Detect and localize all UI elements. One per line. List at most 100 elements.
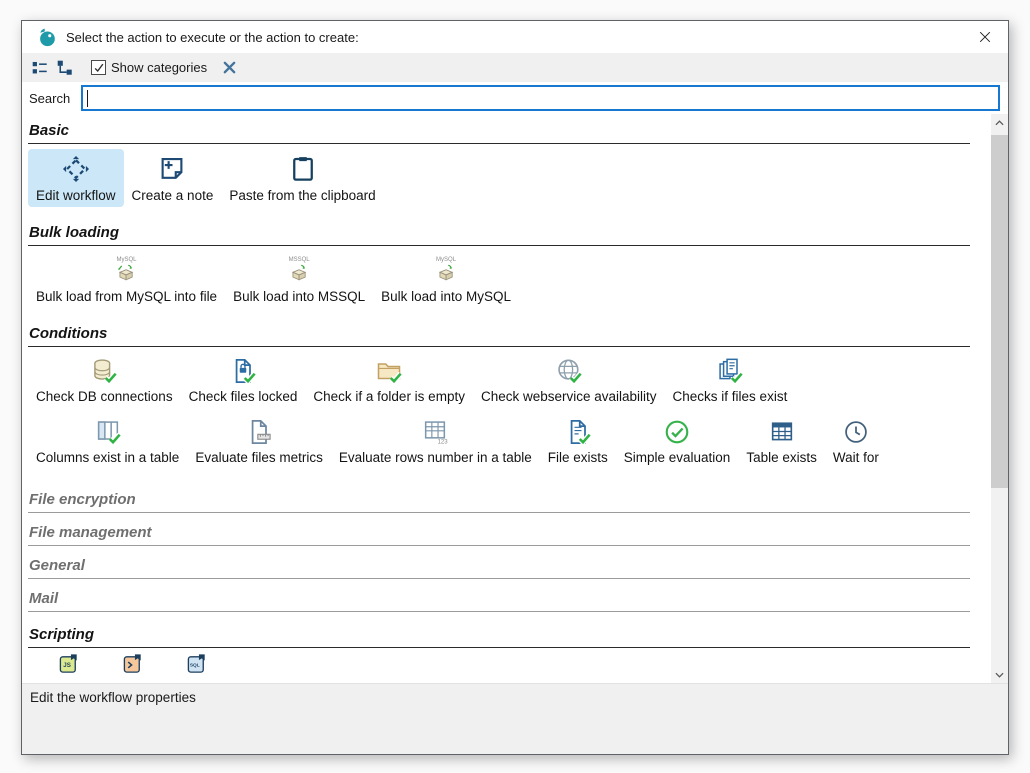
icon-area: JS: [58, 652, 81, 675]
item-row: Check DB connectionsCheck files locked Ch…: [28, 352, 993, 408]
action-item-columns-exist-in-a-table[interactable]: Columns exist in a table: [28, 413, 187, 469]
category-file-encryption: File encryption: [28, 491, 993, 513]
action-item-check-files-locked[interactable]: Check files locked: [181, 352, 306, 408]
scrollbar[interactable]: [991, 114, 1008, 683]
category-file-management: File management: [28, 524, 993, 546]
action-item-check-if-a-folder-is-empty[interactable]: Check if a folder is empty: [305, 352, 473, 408]
action-selector-dialog: Select the action to execute or the acti…: [21, 20, 1009, 755]
toolbar: Show categories: [22, 53, 1008, 82]
close-icon[interactable]: [972, 25, 998, 49]
show-categories-checkbox-group: Show categories: [91, 60, 207, 75]
action-item-label: File exists: [548, 450, 608, 466]
action-item-shell-script[interactable]: [122, 652, 145, 675]
icon-area: [229, 357, 257, 385]
action-item-label: Bulk load from MySQL into file: [36, 289, 217, 305]
db-type-tag: MSSQL: [289, 256, 310, 264]
search-label: Search: [29, 91, 81, 106]
clock-icon: [842, 418, 870, 446]
action-item-check-webservice-availability[interactable]: Check webservice availability: [473, 352, 665, 408]
icon-area: MSSQL: [289, 256, 310, 285]
action-item-evaluate-rows-number-in-a-table[interactable]: 123 Evaluate rows number in a table: [331, 413, 540, 469]
clipboard-icon: [288, 154, 318, 184]
icon-area: [716, 357, 744, 385]
svg-text:123: 123: [438, 439, 449, 445]
category-mail: Mail: [28, 590, 993, 612]
db-type-tag: MySQL: [436, 256, 456, 264]
search-row: Search: [22, 82, 1008, 114]
search-input[interactable]: [81, 85, 1000, 111]
globe-check-icon: [555, 357, 583, 385]
clear-search-icon[interactable]: [216, 56, 242, 80]
action-item-bulk-load-into-mysql[interactable]: MySQLBulk load into MySQL: [373, 251, 519, 308]
icon-area: 123: [421, 418, 449, 446]
action-item-bulk-load-into-mssql[interactable]: MSSQL Bulk load into MSSQL: [225, 251, 373, 308]
file-locked-check-icon: [229, 357, 257, 385]
action-item-edit-workflow[interactable]: Edit workflow: [28, 149, 124, 207]
icon-area: [555, 357, 583, 385]
db-check-icon: [90, 357, 118, 385]
files-check-icon: [716, 357, 744, 385]
bulk-mssql-icon: [289, 264, 310, 285]
icon-area: [90, 357, 118, 385]
action-item-bulk-load-from-mysql-into-file[interactable]: MySQL Bulk load from MySQL into file: [28, 251, 225, 308]
icon-area: SQL: [186, 652, 209, 675]
action-item-label: Check if a folder is empty: [313, 389, 465, 405]
selected-action-description: Edit the workflow properties: [30, 690, 1000, 705]
category-header-basic: Basic: [28, 122, 970, 144]
action-list-viewport: Basic Edit workflow Create a note Paste fro…: [22, 114, 1008, 683]
show-categories-checkbox[interactable]: [91, 60, 106, 75]
action-item-label: Table exists: [746, 450, 817, 466]
icon-area: [288, 154, 318, 184]
action-item-label: Edit workflow: [36, 188, 116, 204]
action-item-label: Evaluate files metrics: [195, 450, 323, 466]
db-type-tag: MySQL: [117, 256, 137, 264]
status-bar: Edit the workflow properties: [22, 683, 1008, 754]
list-view-icon[interactable]: [27, 56, 51, 80]
action-item-simple-evaluation[interactable]: Simple evaluation: [616, 413, 739, 469]
action-item-create-a-note[interactable]: Create a note: [124, 149, 222, 207]
scrollbar-thumb[interactable]: [991, 135, 1008, 488]
action-item-sql-script[interactable]: SQL: [186, 652, 209, 675]
svg-text:JS: JS: [63, 662, 71, 669]
svg-text:SQL: SQL: [190, 662, 200, 668]
js-script-icon: JS: [58, 652, 81, 675]
action-item-label: Create a note: [132, 188, 214, 204]
scroll-down-icon[interactable]: [991, 666, 1008, 683]
action-item-label: Columns exist in a table: [36, 450, 179, 466]
action-item-label: Wait for: [833, 450, 879, 466]
scroll-up-icon[interactable]: [991, 114, 1008, 131]
action-item-check-db-connections[interactable]: Check DB connections: [28, 352, 181, 408]
action-item-evaluate-files-metrics[interactable]: Evaluate files metrics: [187, 413, 331, 469]
category-header-bulk-loading: Bulk loading: [28, 224, 970, 246]
eval-check-icon: [663, 418, 691, 446]
action-item-checks-if-files-exist[interactable]: Checks if files exist: [665, 352, 796, 408]
action-item-wait-for[interactable]: Wait for: [825, 413, 887, 469]
table-123-icon: 123: [421, 418, 449, 446]
bulk-mysql-icon: [436, 264, 457, 285]
action-item-label: Simple evaluation: [624, 450, 731, 466]
action-item-paste-from-the-clipboard[interactable]: Paste from the clipboard: [221, 149, 383, 207]
icon-area: [663, 418, 691, 446]
category-bulk-loading: Bulk loading MySQL Bulk load from MySQL in…: [28, 224, 993, 308]
action-item-table-exists[interactable]: Table exists: [738, 413, 825, 469]
action-item-label: Checks if files exist: [673, 389, 788, 405]
show-categories-label: Show categories: [111, 60, 207, 75]
action-item-label: Evaluate rows number in a table: [339, 450, 532, 466]
shell-script-icon: [122, 652, 145, 675]
action-item-file-exists[interactable]: File exists: [540, 413, 616, 469]
action-item-label: Bulk load into MSSQL: [233, 289, 365, 305]
item-row: JS SQL: [28, 652, 993, 675]
category-header-scripting: Scripting: [28, 626, 970, 648]
icon-area: [122, 652, 145, 675]
hop-logo-icon: [36, 26, 58, 48]
category-conditions: Conditions Check DB connectionsCheck file…: [28, 325, 993, 469]
tree-view-icon[interactable]: [52, 56, 76, 80]
columns-check-icon: [94, 418, 122, 446]
item-row: Columns exist in a table Evaluate files m…: [28, 413, 993, 469]
category-basic: Basic Edit workflow Create a note Paste fro…: [28, 122, 993, 207]
bulk-mysql-file-icon: [116, 264, 137, 285]
action-item-js-script[interactable]: JS: [58, 652, 81, 675]
icon-area: [375, 357, 403, 385]
titlebar: Select the action to execute or the acti…: [22, 21, 1008, 53]
category-header-conditions: Conditions: [28, 325, 970, 347]
